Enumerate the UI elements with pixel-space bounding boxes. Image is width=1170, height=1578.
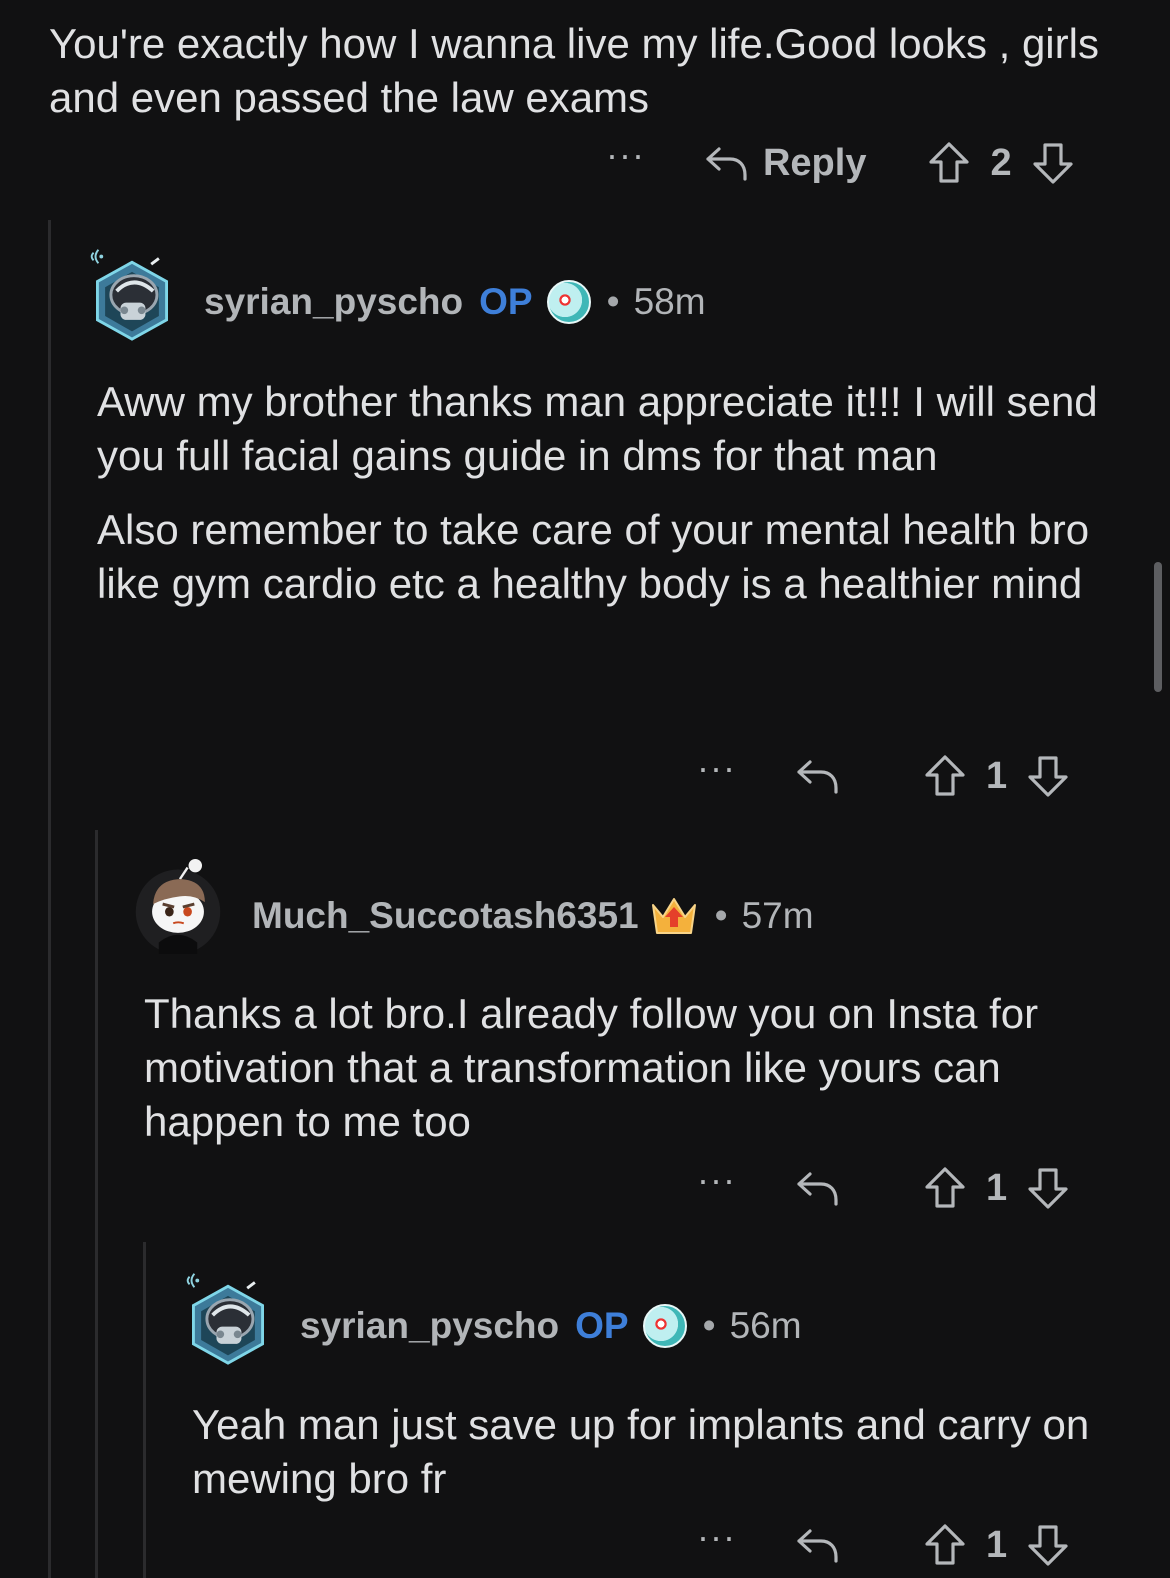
flair-icon bbox=[546, 280, 591, 324]
reply-button[interactable]: Reply bbox=[703, 142, 866, 185]
comment-actions: ··· 1 bbox=[697, 1519, 1071, 1568]
timestamp: 58m bbox=[633, 281, 706, 322]
reply-button[interactable] bbox=[794, 1525, 840, 1565]
upvote-icon[interactable] bbox=[922, 753, 968, 799]
upvote-icon[interactable] bbox=[922, 1522, 968, 1568]
flair-icon bbox=[642, 1304, 687, 1348]
op-badge: OP bbox=[479, 281, 533, 322]
more-icon[interactable]: ··· bbox=[697, 1162, 736, 1198]
downvote-icon[interactable] bbox=[1030, 140, 1076, 186]
comment-meta: syrian_pyscho OP • 58m bbox=[204, 280, 706, 324]
comment-actions: ··· 1 bbox=[697, 1162, 1071, 1211]
separator: • bbox=[714, 895, 728, 936]
downvote-icon[interactable] bbox=[1025, 1165, 1071, 1211]
thread-line bbox=[48, 220, 51, 1578]
op-badge: OP bbox=[575, 1305, 629, 1346]
username[interactable]: syrian_pyscho bbox=[204, 281, 463, 323]
reply-arrow-icon bbox=[794, 1525, 840, 1565]
timestamp: 57m bbox=[741, 895, 814, 936]
comment-meta: syrian_pyscho OP • 56m bbox=[300, 1304, 802, 1348]
comment-body: Thanks a lot bro.I already follow you on… bbox=[144, 987, 1124, 1169]
comment-body: Aww my brother thanks man appreciate it!… bbox=[97, 375, 1117, 631]
avatar[interactable] bbox=[84, 238, 180, 348]
reply-arrow-icon bbox=[703, 143, 749, 183]
trophy-crown-icon bbox=[649, 893, 699, 939]
comment-body: You're exactly how I wanna live my life.… bbox=[49, 17, 1109, 145]
upvote-icon[interactable] bbox=[922, 1165, 968, 1211]
comment-text: You're exactly how I wanna live my life.… bbox=[49, 20, 1111, 121]
comment-meta: Much_Succotash6351 • 57m bbox=[252, 893, 814, 939]
more-icon[interactable]: ··· bbox=[606, 137, 645, 173]
comment-text: Yeah man just save up for implants and c… bbox=[192, 1401, 1101, 1502]
upvote-icon[interactable] bbox=[926, 140, 972, 186]
downvote-icon[interactable] bbox=[1025, 753, 1071, 799]
comment-actions: ··· Reply 2 bbox=[606, 137, 1076, 186]
more-icon[interactable]: ··· bbox=[697, 1519, 736, 1555]
more-icon[interactable]: ··· bbox=[697, 750, 736, 786]
thread-line bbox=[95, 830, 98, 1578]
comment-text: Also remember to take care of your menta… bbox=[97, 506, 1101, 607]
vote-count: 2 bbox=[990, 141, 1012, 184]
reply-arrow-icon bbox=[794, 756, 840, 796]
vote-count: 1 bbox=[985, 754, 1008, 797]
reply-label: Reply bbox=[762, 141, 867, 184]
vote-count: 1 bbox=[985, 1523, 1008, 1566]
comment-body: Yeah man just save up for implants and c… bbox=[192, 1398, 1132, 1526]
comment-text: Aww my brother thanks man appreciate it!… bbox=[97, 378, 1110, 479]
vote-count: 1 bbox=[985, 1166, 1008, 1209]
reply-button[interactable] bbox=[794, 1168, 840, 1208]
separator: • bbox=[606, 281, 620, 322]
username[interactable]: syrian_pyscho bbox=[300, 1305, 559, 1347]
scrollbar[interactable] bbox=[1154, 562, 1162, 692]
separator: • bbox=[702, 1305, 716, 1346]
avatar[interactable] bbox=[130, 850, 226, 962]
comment-actions: ··· 1 bbox=[697, 750, 1071, 799]
comment-text: Thanks a lot bro.I already follow you on… bbox=[144, 990, 1050, 1145]
downvote-icon[interactable] bbox=[1025, 1522, 1071, 1568]
username[interactable]: Much_Succotash6351 bbox=[252, 895, 639, 937]
timestamp: 56m bbox=[729, 1305, 802, 1346]
reply-arrow-icon bbox=[794, 1168, 840, 1208]
avatar[interactable] bbox=[180, 1262, 276, 1372]
thread-line bbox=[143, 1242, 146, 1578]
reply-button[interactable] bbox=[794, 756, 840, 796]
